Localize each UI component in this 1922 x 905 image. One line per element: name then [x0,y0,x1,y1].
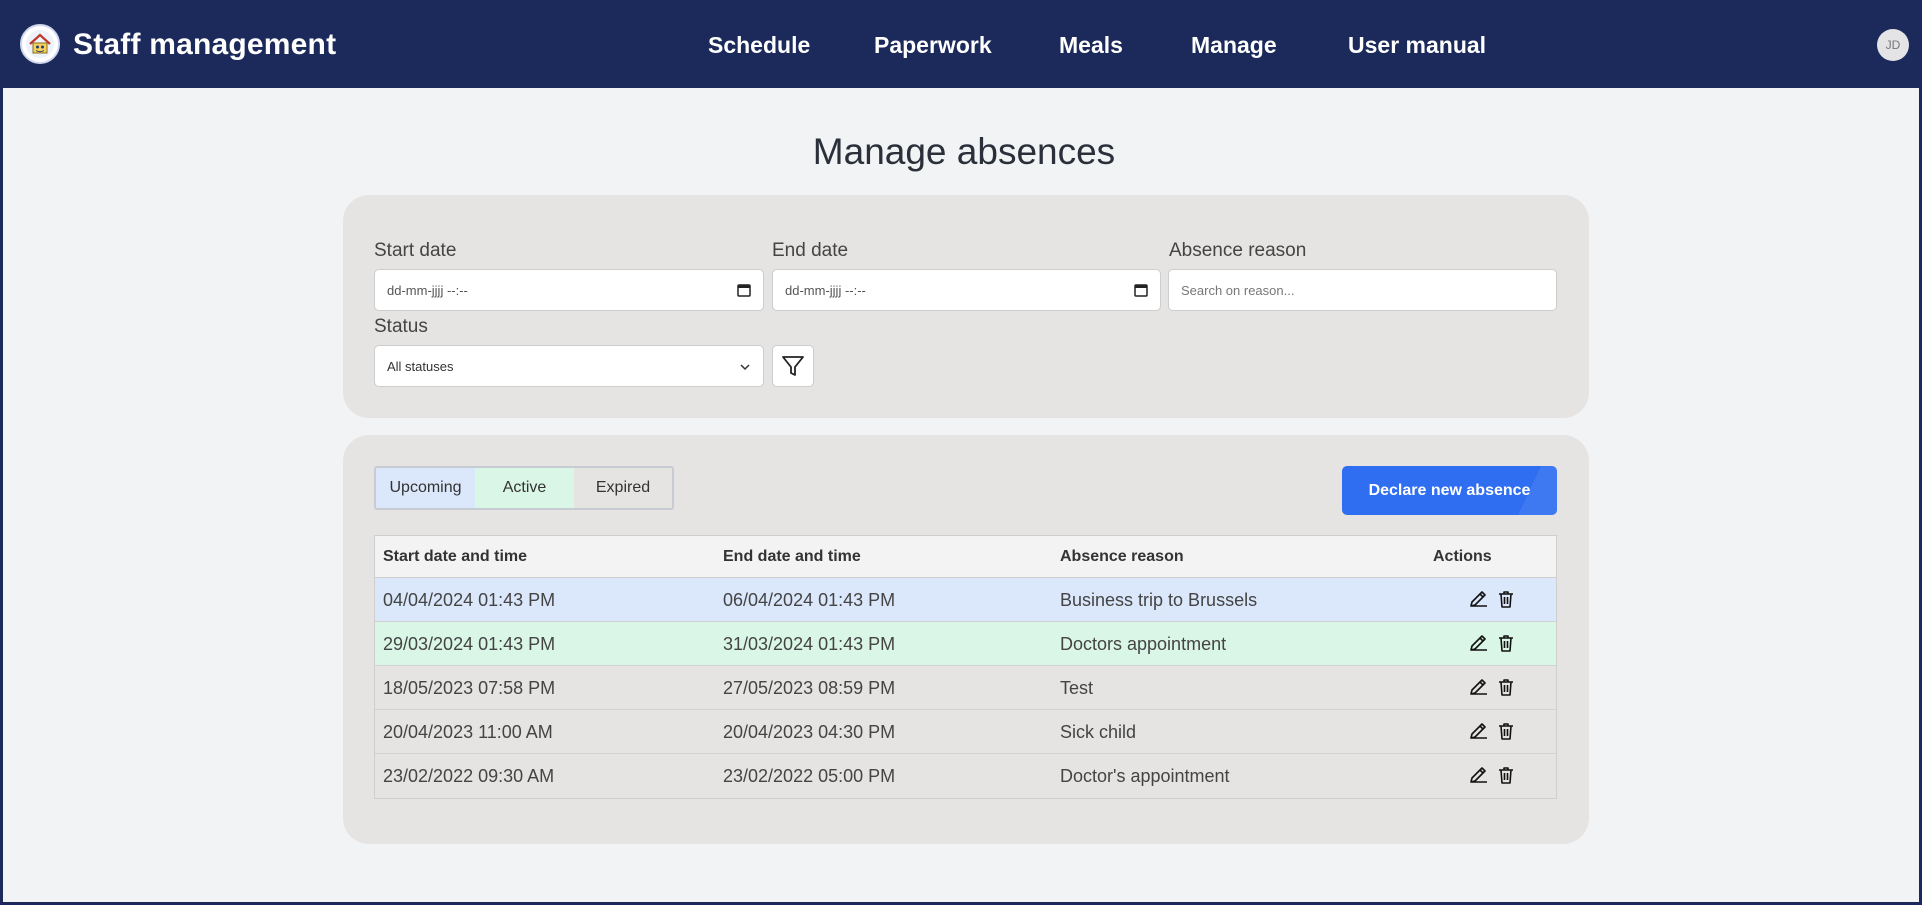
row-actions [1467,632,1517,654]
table-row[interactable]: 29/03/2024 01:43 PM 31/03/2024 01:43 PM … [375,622,1556,666]
delete-button[interactable] [1495,720,1517,742]
trash-icon [1499,591,1513,608]
pencil-icon [1470,723,1487,739]
status-tabs: Upcoming Active Expired [374,466,674,510]
chevron-down-icon [740,364,750,371]
start-date-placeholder: dd-mm-jjjj --:-- [387,282,468,298]
row-actions [1467,676,1517,698]
tab-upcoming[interactable]: Upcoming [376,468,475,508]
nav-manage[interactable]: Manage [1191,32,1277,59]
pencil-icon [1470,767,1487,783]
reason-placeholder: Search on reason... [1181,282,1295,298]
trash-icon [1499,767,1513,784]
table-row[interactable]: 20/04/2023 11:00 AM 20/04/2023 04:30 PM … [375,710,1556,754]
tab-active[interactable]: Active [475,468,574,508]
declare-button-label: Declare new absence [1368,481,1531,499]
end-cell: 20/04/2023 04:30 PM [723,722,896,742]
absence-reason-label: Absence reason [1169,240,1307,261]
start-cell: 23/02/2022 09:30 AM [383,766,555,786]
start-date-label: Start date [374,240,457,261]
calendar-icon[interactable] [1134,283,1148,297]
delete-button[interactable] [1495,676,1517,698]
nav-schedule[interactable]: Schedule [708,32,810,59]
start-date-input[interactable]: dd-mm-jjjj --:-- [374,269,764,311]
funnel-icon [782,356,804,376]
table-row[interactable]: 23/02/2022 09:30 AM 23/02/2022 05:00 PM … [375,754,1556,798]
end-date-input[interactable]: dd-mm-jjjj --:-- [772,269,1161,311]
end-date-label: End date [772,240,849,261]
status-select[interactable]: All statuses [374,345,764,387]
pencil-icon [1470,635,1487,651]
main-nav: Schedule Paperwork Meals Manage User man… [3,32,1919,60]
reason-cell: Sick child [1060,722,1137,742]
apply-filter-button[interactable] [772,345,814,387]
top-navbar: Staff management Schedule Paperwork Meal… [3,0,1919,88]
row-actions [1467,720,1517,742]
row-actions [1467,764,1517,786]
end-date-placeholder: dd-mm-jjjj --:-- [785,282,866,298]
end-cell: 31/03/2024 01:43 PM [723,634,896,654]
edit-button[interactable] [1467,632,1489,654]
calendar-icon[interactable] [737,283,751,297]
trash-icon [1499,723,1513,740]
start-cell: 29/03/2024 01:43 PM [383,634,556,654]
status-select-value: All statuses [387,358,454,374]
status-label: Status [374,316,428,337]
start-cell: 04/04/2024 01:43 PM [383,590,556,610]
col-header-actions: Actions [1433,547,1492,565]
declare-new-absence-button[interactable]: Declare new absence [1342,466,1557,515]
end-cell: 27/05/2023 08:59 PM [723,678,896,698]
table-row[interactable]: 18/05/2023 07:58 PM 27/05/2023 08:59 PM … [375,666,1556,710]
pencil-icon [1470,591,1487,607]
delete-button[interactable] [1495,632,1517,654]
col-header-reason: Absence reason [1060,547,1184,565]
edit-button[interactable] [1467,588,1489,610]
row-actions [1467,588,1517,610]
reason-cell: Doctor's appointment [1060,766,1230,786]
page-title: Manage absences [812,131,1116,172]
tab-expired[interactable]: Expired [574,468,672,508]
pencil-icon [1470,679,1487,695]
end-cell: 23/02/2022 05:00 PM [723,766,896,786]
absences-table: Start date and time End date and time Ab… [374,535,1557,799]
reason-cell: Doctors appointment [1060,634,1227,654]
reason-cell: Business trip to Brussels [1060,590,1258,610]
user-avatar[interactable]: JD [1877,29,1909,61]
edit-button[interactable] [1467,676,1489,698]
reason-cell: Test [1060,678,1094,698]
col-header-end: End date and time [723,547,861,565]
col-header-start: Start date and time [383,547,528,565]
absences-list-panel: Upcoming Active Expired Declare new abse… [343,435,1589,844]
absence-reason-search-input[interactable]: Search on reason... [1168,269,1557,311]
delete-button[interactable] [1495,588,1517,610]
end-cell: 06/04/2024 01:43 PM [723,590,896,610]
table-row[interactable]: 04/04/2024 01:43 PM 06/04/2024 01:43 PM … [375,578,1556,622]
start-cell: 18/05/2023 07:58 PM [383,678,556,698]
edit-button[interactable] [1467,720,1489,742]
edit-button[interactable] [1467,764,1489,786]
trash-icon [1499,679,1513,696]
nav-user-manual[interactable]: User manual [1348,32,1486,59]
nav-paperwork[interactable]: Paperwork [874,32,992,59]
filter-panel: Start date dd-mm-jjjj --:-- End date dd-… [343,195,1589,418]
start-cell: 20/04/2023 11:00 AM [383,722,553,742]
trash-icon [1499,635,1513,652]
delete-button[interactable] [1495,764,1517,786]
nav-meals[interactable]: Meals [1059,32,1123,59]
table-header: Start date and time End date and time Ab… [375,536,1556,578]
